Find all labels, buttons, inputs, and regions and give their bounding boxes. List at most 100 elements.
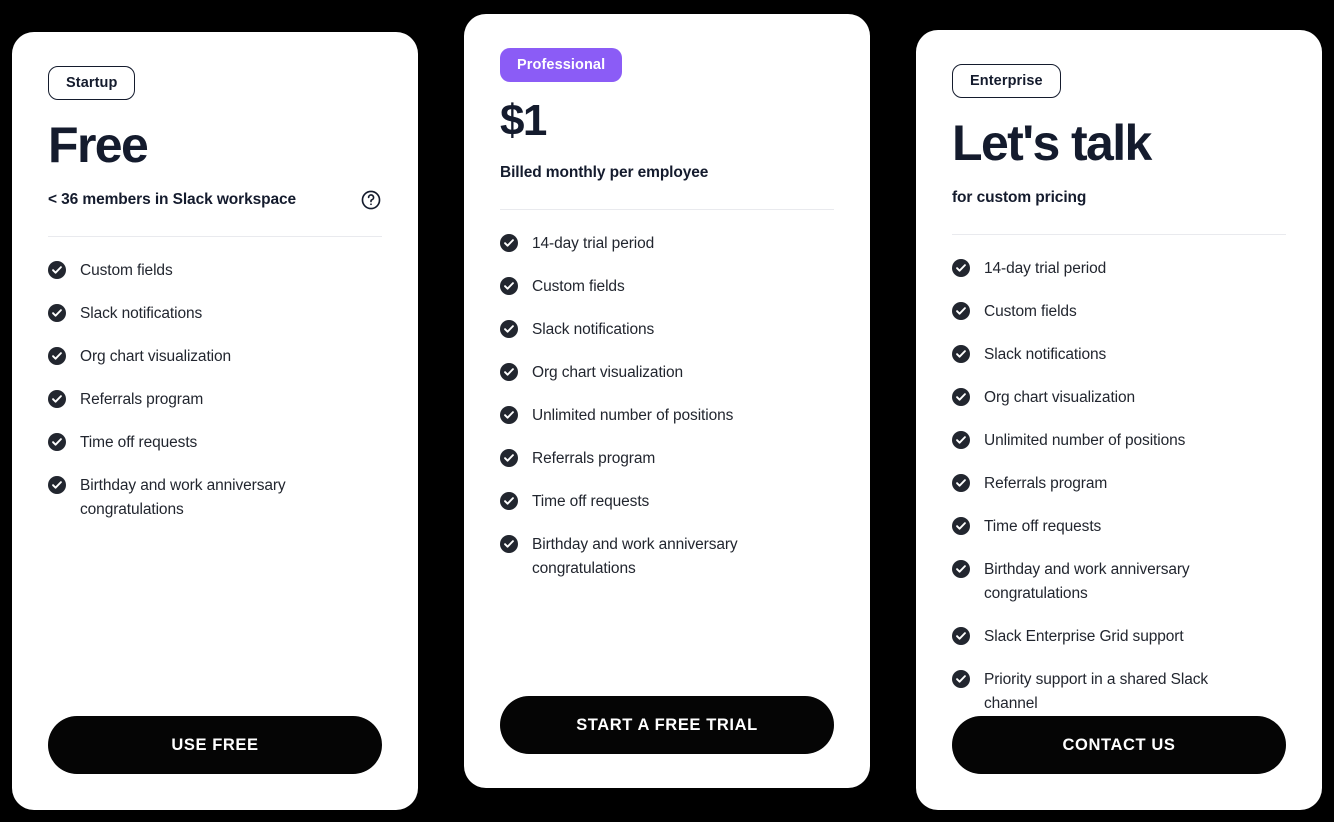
plan-badge-professional: Professional: [500, 48, 623, 82]
list-item: Org chart visualization: [500, 361, 834, 385]
plan-badge-startup: Startup: [48, 66, 136, 100]
card-divider: [48, 236, 382, 237]
plan-subtitle-enterprise: for custom pricing: [952, 189, 1087, 206]
list-item: Slack notifications: [500, 318, 834, 342]
card-divider: [952, 234, 1286, 235]
list-item: Referrals program: [500, 447, 834, 471]
feature-label: Org chart visualization: [80, 348, 232, 365]
use-free-button[interactable]: USE FREE: [48, 716, 382, 774]
pricing-card-professional: Professional $1 Billed monthly per emplo…: [464, 14, 870, 788]
check-circle-icon: [952, 431, 970, 449]
list-item: Slack notifications: [48, 302, 382, 326]
plan-badge-enterprise: Enterprise: [952, 64, 1061, 98]
check-circle-icon: [500, 535, 518, 553]
plan-price-startup: Free: [48, 117, 149, 173]
check-circle-icon: [952, 474, 970, 492]
list-item: Birthday and work anniversary congratula…: [48, 474, 382, 522]
question-mark-circle-icon[interactable]: [360, 189, 382, 211]
list-item: Birthday and work anniversary congratula…: [500, 533, 834, 581]
check-circle-icon: [48, 390, 66, 408]
list-item: Custom fields: [500, 275, 834, 299]
list-item: Time off requests: [48, 431, 382, 455]
list-item: Referrals program: [952, 472, 1286, 496]
check-circle-icon: [500, 449, 518, 467]
list-item: Org chart visualization: [48, 345, 382, 369]
list-item: Custom fields: [952, 300, 1286, 324]
feature-label: 14-day trial period: [984, 260, 1107, 277]
feature-list-professional: 14-day trial period Custom fields Slack …: [500, 232, 834, 581]
list-item: 14-day trial period: [952, 257, 1286, 281]
check-circle-icon: [500, 492, 518, 510]
pricing-card-enterprise: Enterprise Let's talk for custom pricing…: [916, 30, 1322, 810]
check-circle-icon: [952, 388, 970, 406]
feature-label: Birthday and work anniversary congratula…: [984, 561, 1190, 602]
list-item: Referrals program: [48, 388, 382, 412]
list-item: Slack notifications: [952, 343, 1286, 367]
list-item: Custom fields: [48, 259, 382, 283]
feature-label: Org chart visualization: [532, 364, 684, 381]
feature-label: Referrals program: [984, 475, 1108, 492]
feature-list-startup: Custom fields Slack notifications Org ch…: [48, 259, 382, 522]
list-item: 14-day trial period: [500, 232, 834, 256]
pricing-card-startup: Startup Free < 36 members in Slack works…: [12, 32, 418, 810]
list-item: Unlimited number of positions: [500, 404, 834, 428]
feature-label: Slack notifications: [532, 321, 655, 338]
feature-label: Slack notifications: [984, 346, 1107, 363]
check-circle-icon: [500, 363, 518, 381]
feature-label: Time off requests: [532, 493, 650, 510]
check-circle-icon: [48, 347, 66, 365]
check-circle-icon: [952, 302, 970, 320]
feature-list-enterprise: 14-day trial period Custom fields Slack …: [952, 257, 1286, 716]
check-circle-icon: [952, 259, 970, 277]
plan-subtitle-professional: Billed monthly per employee: [500, 164, 709, 181]
check-circle-icon: [952, 560, 970, 578]
feature-label: Time off requests: [80, 434, 198, 451]
feature-label: Custom fields: [532, 278, 625, 295]
plan-subtitle-row-enterprise: for custom pricing: [952, 186, 1286, 210]
feature-label: Birthday and work anniversary congratula…: [532, 536, 738, 577]
plan-price-enterprise: Let's talk: [952, 115, 1152, 171]
start-free-trial-button[interactable]: START A FREE TRIAL: [500, 696, 834, 754]
feature-label: Referrals program: [532, 450, 656, 467]
check-circle-icon: [952, 627, 970, 645]
list-item: Birthday and work anniversary congratula…: [952, 558, 1286, 606]
feature-label: Custom fields: [984, 303, 1077, 320]
contact-us-button[interactable]: CONTACT US: [952, 716, 1286, 774]
feature-label: Unlimited number of positions: [984, 432, 1186, 449]
feature-label: Slack notifications: [80, 305, 203, 322]
feature-label: Birthday and work anniversary congratula…: [80, 477, 286, 518]
check-circle-icon: [952, 517, 970, 535]
list-item: Time off requests: [500, 490, 834, 514]
plan-price-professional: $1: [500, 96, 547, 145]
feature-label: Unlimited number of positions: [532, 407, 734, 424]
feature-label: Org chart visualization: [984, 389, 1136, 406]
check-circle-icon: [48, 261, 66, 279]
list-item: Priority support in a shared Slack chann…: [952, 668, 1286, 716]
check-circle-icon: [500, 234, 518, 252]
check-circle-icon: [952, 345, 970, 363]
list-item: Slack Enterprise Grid support: [952, 625, 1286, 649]
pricing-section: Startup Free < 36 members in Slack works…: [0, 0, 1334, 822]
list-item: Org chart visualization: [952, 386, 1286, 410]
card-divider: [500, 209, 834, 210]
check-circle-icon: [500, 277, 518, 295]
feature-label: 14-day trial period: [532, 235, 655, 252]
check-circle-icon: [500, 406, 518, 424]
feature-label: Slack Enterprise Grid support: [984, 628, 1184, 645]
list-item: Time off requests: [952, 515, 1286, 539]
feature-label: Referrals program: [80, 391, 204, 408]
plan-subtitle-row-startup: < 36 members in Slack workspace: [48, 188, 382, 212]
check-circle-icon: [48, 476, 66, 494]
feature-label: Time off requests: [984, 518, 1102, 535]
feature-label: Custom fields: [80, 262, 173, 279]
list-item: Unlimited number of positions: [952, 429, 1286, 453]
check-circle-icon: [48, 433, 66, 451]
feature-label: Priority support in a shared Slack chann…: [984, 671, 1209, 712]
plan-subtitle-startup: < 36 members in Slack workspace: [48, 191, 297, 208]
plan-subtitle-row-professional: Billed monthly per employee: [500, 161, 834, 185]
check-circle-icon: [500, 320, 518, 338]
check-circle-icon: [48, 304, 66, 322]
check-circle-icon: [952, 670, 970, 688]
